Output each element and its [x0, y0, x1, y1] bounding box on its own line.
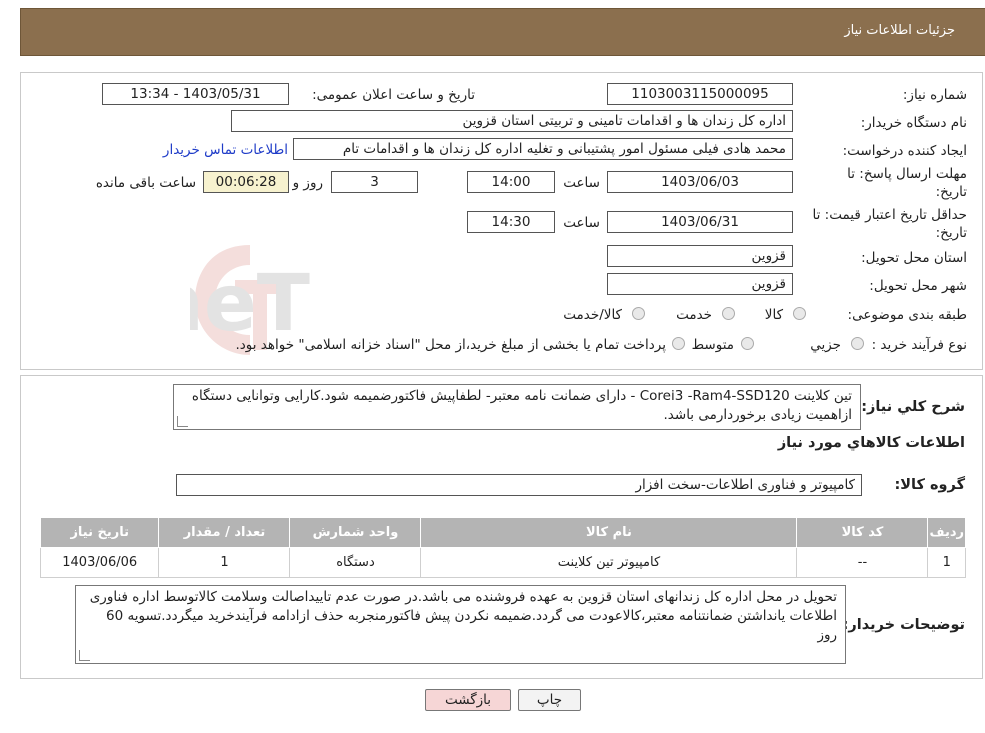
category-option-goods: کالا — [764, 307, 783, 323]
buyer-label: نام دستگاه خریدار: — [860, 115, 967, 131]
deadline-time-label: ساعت — [563, 175, 600, 191]
process-option-minor: جزیي — [810, 337, 841, 353]
col-date: تاریخ نیاز — [39, 517, 160, 548]
buyer-notes-textarea[interactable]: تحویل در محل اداره کل زندانهای استان قزو… — [75, 585, 846, 664]
col-unit: واحد شمارش — [289, 517, 422, 548]
goods-group-field: کامپیوتر و فناوری اطلاعات-سخت افزار — [176, 474, 862, 496]
cell-date: 1403/06/06 — [39, 547, 160, 578]
process-option-medium: متوسط — [691, 337, 734, 353]
buyer-notes-text: تحویل در محل اداره کل زندانهای استان قزو… — [89, 589, 837, 643]
deadline-date-field: 1403/06/03 — [607, 171, 793, 193]
buyer-notes-label: توضیحات خریدار: — [842, 617, 965, 633]
remaining-label: ساعت باقی مانده — [95, 175, 196, 191]
announce-datetime-field: 1403/05/31 - 13:34 — [102, 83, 289, 105]
summary-label: شرح کلي نياز: — [861, 399, 965, 415]
province-field: قزوین — [607, 245, 793, 267]
back-button[interactable]: بازگشت — [425, 689, 511, 711]
validity-label-date: تاریخ: — [935, 225, 967, 241]
table-row: 1 -- کامپیوتر تین کلاینت دستگاه 1 1403/0… — [39, 547, 966, 578]
creator-field: محمد هادی فیلی مسئول امور پشتیبانی و تغل… — [293, 138, 793, 160]
cell-row: 1 — [927, 547, 966, 578]
creator-label: ایجاد کننده درخواست: — [842, 143, 967, 159]
need-number-field: 1103003115000095 — [607, 83, 793, 105]
page-title: جزئیات اطلاعات نیاز — [844, 23, 955, 38]
validity-label: حداقل تاریخ اعتبار قیمت: تا — [812, 207, 967, 223]
cell-name: کامپیوتر تین کلاینت — [420, 547, 798, 578]
goods-info-title: اطلاعات کالاهاي مورد نياز — [777, 435, 965, 451]
process-radio-minor[interactable] — [851, 337, 864, 350]
category-option-service: خدمت — [676, 307, 712, 323]
city-label: شهر محل تحویل: — [869, 278, 967, 294]
page-header: جزئیات اطلاعات نیاز — [20, 8, 985, 56]
cell-qty: 1 — [158, 547, 291, 578]
resize-grip-icon[interactable] — [79, 650, 90, 661]
validity-date-field: 1403/06/31 — [607, 211, 793, 233]
buyer-field: اداره کل زندان ها و اقدامات تامینی و ترب… — [231, 110, 793, 132]
print-button[interactable]: چاپ — [518, 689, 581, 711]
validity-time-label: ساعت — [563, 215, 600, 231]
province-label: استان محل تحویل: — [861, 250, 967, 266]
process-label: نوع فرآیند خرید : — [871, 337, 967, 353]
category-radio-goods-service[interactable] — [632, 307, 645, 320]
deadline-label-date: تاریخ: — [935, 184, 967, 200]
days-remaining-field: 3 — [331, 171, 418, 193]
col-row: ردیف — [927, 517, 966, 548]
goods-table: ردیف کد کالا نام کالا واحد شمارش تعداد /… — [39, 517, 966, 578]
deadline-label: مهلت ارسال پاسخ: تا — [847, 166, 967, 182]
category-label: طبقه بندی موضوعی: — [847, 307, 967, 323]
category-radio-service[interactable] — [722, 307, 735, 320]
validity-time-field: 14:30 — [467, 211, 555, 233]
days-label: روز و — [292, 175, 323, 191]
announce-label: تاریخ و ساعت اعلان عمومی: — [312, 87, 475, 103]
goods-table-header: ردیف کد کالا نام کالا واحد شمارش تعداد /… — [39, 517, 966, 548]
city-field: قزوین — [607, 273, 793, 295]
process-radio-medium[interactable] — [741, 337, 754, 350]
col-code: کد کالا — [796, 517, 929, 548]
col-name: نام کالا — [420, 517, 798, 548]
cell-code: -- — [796, 547, 929, 578]
col-qty: تعداد / مقدار — [158, 517, 291, 548]
resize-grip-icon[interactable] — [177, 416, 188, 427]
buyer-contact-link[interactable]: اطلاعات تماس خریدار — [163, 142, 288, 158]
need-number-label: شماره نیاز: — [902, 87, 967, 103]
summary-text: تین کلاینت Corei3 -Ram4-SSD120 - دارای ض… — [191, 388, 852, 423]
category-radio-goods[interactable] — [793, 307, 806, 320]
treasury-note: پرداخت تمام یا بخشی از مبلغ خرید،از محل … — [235, 337, 666, 353]
category-option-goods-service: کالا/خدمت — [563, 307, 622, 323]
treasury-checkbox[interactable] — [672, 337, 685, 350]
deadline-time-field: 14:00 — [467, 171, 555, 193]
remaining-timer-field: 00:06:28 — [203, 171, 289, 193]
goods-group-label: گروه کالا: — [894, 477, 965, 493]
cell-unit: دستگاه — [289, 547, 422, 578]
summary-textarea[interactable]: تین کلاینت Corei3 -Ram4-SSD120 - دارای ض… — [173, 384, 861, 430]
